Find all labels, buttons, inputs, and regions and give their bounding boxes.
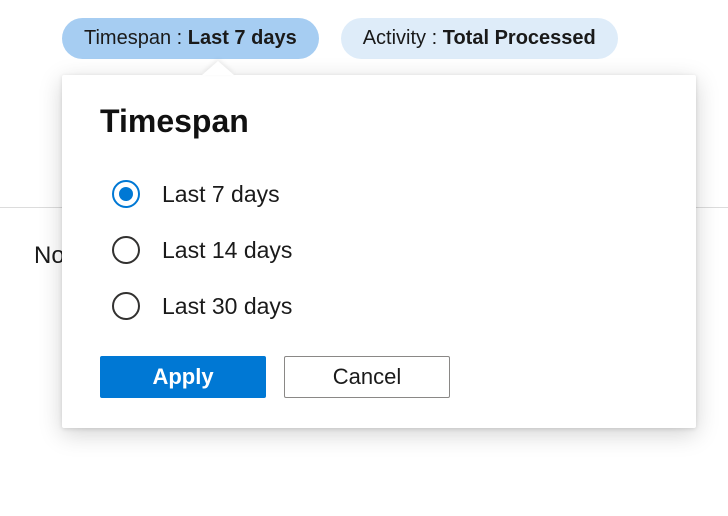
timespan-pill-value: Last 7 days [188, 27, 297, 49]
radio-label: Last 30 days [162, 293, 292, 320]
radio-icon [112, 236, 140, 264]
timespan-option-30-days[interactable]: Last 30 days [100, 278, 658, 334]
timespan-pill-label: Timespan : [84, 27, 188, 49]
activity-pill-value: Total Processed [443, 27, 596, 49]
activity-pill-label: Activity : [363, 27, 443, 49]
radio-label: Last 7 days [162, 181, 280, 208]
radio-icon [112, 180, 140, 208]
filter-pills-row: Timespan : Last 7 days Activity : Total … [0, 0, 728, 59]
background-truncated-text: No [34, 242, 65, 270]
popover-button-row: Apply Cancel [100, 356, 658, 398]
timespan-pill[interactable]: Timespan : Last 7 days [62, 18, 319, 59]
apply-button[interactable]: Apply [100, 356, 266, 398]
timespan-popover: Timespan Last 7 days Last 14 days Last 3… [62, 75, 696, 428]
cancel-button[interactable]: Cancel [284, 356, 450, 398]
radio-icon [112, 292, 140, 320]
radio-label: Last 14 days [162, 237, 292, 264]
timespan-option-7-days[interactable]: Last 7 days [100, 166, 658, 222]
popover-caret-icon [202, 61, 234, 75]
activity-pill[interactable]: Activity : Total Processed [341, 18, 618, 59]
popover-title: Timespan [100, 103, 658, 140]
timespan-option-14-days[interactable]: Last 14 days [100, 222, 658, 278]
